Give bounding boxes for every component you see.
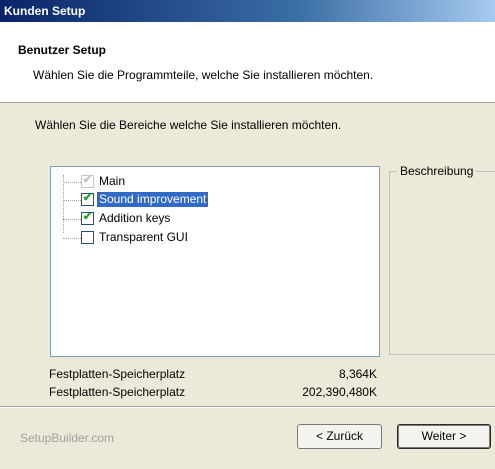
tree-item-addition-keys[interactable]: ✔ Addition keys — [51, 211, 371, 227]
tree-item-label: Main — [99, 174, 126, 188]
tree-branch-line — [63, 238, 81, 239]
description-legend: Beschreibung — [397, 164, 477, 178]
checkbox-sound-improvement[interactable]: ✔ — [81, 192, 94, 206]
tree-item-transparent-gui[interactable]: Transparent GUI — [51, 230, 371, 246]
check-icon: ✔ — [82, 211, 93, 223]
tree-branch-line — [63, 200, 81, 201]
disk-space-label: Festplatten-Speicherplatz — [49, 385, 186, 399]
tree-item-sound-improvement[interactable]: ✔ Sound improvement — [51, 192, 371, 208]
disk-space-value: 202,390,480K — [302, 385, 377, 399]
tree-item-label: Sound improvement — [97, 192, 209, 207]
disk-space-available: Festplatten-Speicherplatz 202,390,480K — [49, 385, 377, 399]
tree-branch-line — [63, 219, 81, 220]
checkbox-transparent-gui[interactable] — [81, 231, 94, 244]
tree-item-label: Transparent GUI — [99, 230, 188, 244]
disk-space-required: Festplatten-Speicherplatz 8,364K — [49, 367, 377, 381]
page-subtitle: Wählen Sie die Programmteile, welche Sie… — [33, 68, 374, 82]
instruction-text: Wählen Sie die Bereiche welche Sie insta… — [35, 118, 342, 132]
next-button[interactable]: Weiter > — [397, 424, 491, 449]
brand-label: SetupBuilder.com — [20, 431, 115, 445]
tree-item-label: Addition keys — [99, 211, 171, 225]
description-group — [389, 171, 495, 355]
footer-divider — [0, 406, 495, 408]
checkbox-addition-keys[interactable]: ✔ — [81, 211, 94, 225]
back-button[interactable]: < Zurück — [297, 424, 382, 449]
check-icon: ✔ — [82, 174, 93, 186]
tree-item-main[interactable]: ✔ Main — [51, 174, 371, 190]
checkbox-main[interactable]: ✔ — [81, 174, 94, 188]
page-title: Benutzer Setup — [18, 43, 107, 57]
disk-space-label: Festplatten-Speicherplatz — [49, 367, 186, 381]
tree-branch-line — [63, 182, 81, 183]
window-title: Kunden Setup — [4, 4, 86, 18]
header-panel: Benutzer Setup Wählen Sie die Programmte… — [0, 22, 495, 103]
disk-space-value: 8,364K — [338, 367, 377, 381]
check-icon: ✔ — [82, 192, 93, 204]
title-bar: Kunden Setup — [0, 0, 495, 22]
component-tree[interactable]: ✔ Main ✔ Sound improvement ✔ Addition ke… — [50, 166, 380, 357]
